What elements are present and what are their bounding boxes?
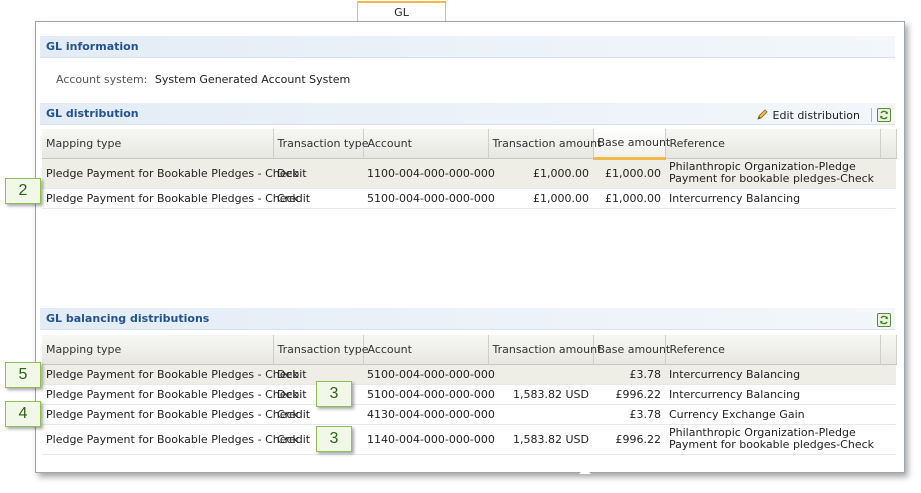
column-header-transaction-amount[interactable]: Transaction amount bbox=[488, 129, 601, 159]
gl-balancing-header: GL balancing distributions bbox=[40, 308, 895, 330]
cell-reference: Intercurrency Balancing bbox=[665, 364, 880, 385]
cell-reference: Intercurrency Balancing bbox=[665, 384, 880, 405]
cell-base-amount: £1,000.00 bbox=[593, 188, 665, 209]
gl-information-title: GL information bbox=[46, 40, 139, 53]
column-header-account[interactable]: Account bbox=[363, 129, 489, 159]
cell-transaction-amount: £1,000.00 bbox=[488, 158, 593, 189]
cell-filler bbox=[880, 384, 896, 405]
cell-account: 1100-004-000-000-000 bbox=[363, 158, 495, 189]
cell-mapping-type: Pledge Payment for Bookable Pledges - Ch… bbox=[42, 384, 299, 405]
gl-balancing-title: GL balancing distributions bbox=[46, 312, 210, 325]
cell-transaction-amount bbox=[488, 364, 593, 385]
gl-distribution-table: Mapping type Transaction type Account Tr… bbox=[42, 129, 897, 209]
cell-reference: Currency Exchange Gain bbox=[665, 404, 880, 425]
gl-distributions-panel: GL information Account system: System Ge… bbox=[35, 21, 905, 473]
refresh-distribution-button[interactable] bbox=[877, 108, 891, 122]
column-header-transaction-type[interactable]: Transaction type bbox=[273, 335, 369, 365]
pencil-icon bbox=[756, 109, 768, 120]
refresh-icon bbox=[880, 315, 888, 325]
column-header-account[interactable]: Account bbox=[363, 335, 489, 365]
column-header-filler bbox=[880, 129, 897, 159]
gl-balancing-table: Mapping type Transaction type Account Tr… bbox=[42, 335, 897, 455]
cell-reference: Philanthropic Organization-Pledge Paymen… bbox=[665, 424, 880, 455]
table-header-row: Mapping type Transaction type Account Tr… bbox=[42, 335, 897, 365]
cell-transaction-amount: 1,583.82 USD bbox=[488, 424, 593, 455]
cell-filler bbox=[880, 404, 896, 425]
column-header-filler bbox=[880, 335, 897, 365]
table-row[interactable]: Pledge Payment for Bookable Pledges - Ch… bbox=[42, 424, 896, 455]
table-row[interactable]: Pledge Payment for Bookable Pledges - Ch… bbox=[42, 364, 896, 385]
callout-badge: 2 bbox=[5, 178, 41, 204]
account-system-field: Account system: System Generated Account… bbox=[56, 73, 350, 86]
cell-mapping-type: Pledge Payment for Bookable Pledges - Ch… bbox=[42, 364, 299, 385]
column-header-mapping-type[interactable]: Mapping type bbox=[42, 335, 274, 365]
account-system-label: Account system: bbox=[56, 73, 148, 86]
cell-account: 5100-004-000-000-000 bbox=[363, 364, 495, 385]
cell-account: 4130-004-000-000-000 bbox=[363, 404, 495, 425]
table-row[interactable]: Pledge Payment for Bookable Pledges - Ch… bbox=[42, 384, 896, 405]
table-header-row: Mapping type Transaction type Account Tr… bbox=[42, 129, 897, 160]
gl-information-header: GL information bbox=[40, 36, 895, 58]
column-header-reference[interactable]: Reference bbox=[665, 335, 881, 365]
callout-badge: 3 bbox=[316, 426, 352, 452]
cell-transaction-amount bbox=[488, 404, 593, 425]
callout-badge: 3 bbox=[316, 381, 352, 407]
cell-base-amount: £996.22 bbox=[593, 384, 665, 405]
column-header-transaction-type[interactable]: Transaction type bbox=[273, 129, 369, 159]
column-header-base-amount[interactable]: Base amount bbox=[593, 335, 670, 365]
callout-badge: 4 bbox=[5, 401, 41, 427]
cell-filler bbox=[880, 188, 896, 209]
cell-filler bbox=[880, 364, 896, 385]
cell-account: 1140-004-000-000-000 bbox=[363, 424, 495, 455]
tab-gl-distributions[interactable]: GL Distributions bbox=[357, 1, 446, 38]
cell-base-amount: £1,000.00 bbox=[593, 158, 665, 189]
cell-transaction-amount: £1,000.00 bbox=[488, 188, 593, 209]
table-row[interactable]: Pledge Payment for Bookable Pledges - Ch… bbox=[42, 188, 896, 209]
cell-account: 5100-004-000-000-000 bbox=[363, 384, 495, 405]
column-header-reference[interactable]: Reference bbox=[665, 129, 881, 159]
column-header-mapping-type[interactable]: Mapping type bbox=[42, 129, 274, 159]
edit-distribution-label: Edit distribution bbox=[772, 109, 860, 122]
refresh-balancing-button[interactable] bbox=[877, 313, 891, 327]
cell-account: 5100-004-000-000-000 bbox=[363, 188, 495, 209]
cell-mapping-type: Pledge Payment for Bookable Pledges - Ch… bbox=[42, 188, 299, 209]
table-row[interactable]: Pledge Payment for Bookable Pledges - Ch… bbox=[42, 158, 896, 189]
cell-mapping-type: Pledge Payment for Bookable Pledges - Ch… bbox=[42, 404, 299, 425]
column-header-base-amount[interactable]: Base amount bbox=[593, 129, 670, 160]
cell-mapping-type: Pledge Payment for Bookable Pledges - Ch… bbox=[42, 158, 299, 189]
cell-base-amount: £996.22 bbox=[593, 424, 665, 455]
column-header-transaction-amount[interactable]: Transaction amount bbox=[488, 335, 601, 365]
cell-reference: Philanthropic Organization-Pledge Paymen… bbox=[665, 158, 880, 189]
cell-transaction-type: Credit bbox=[273, 404, 363, 425]
callout-badge: 5 bbox=[5, 362, 41, 388]
cell-base-amount: £3.78 bbox=[593, 404, 665, 425]
cell-transaction-type: Debit bbox=[273, 158, 363, 189]
account-system-value: System Generated Account System bbox=[154, 73, 351, 86]
gl-distribution-title: GL distribution bbox=[46, 107, 139, 120]
cell-base-amount: £3.78 bbox=[593, 364, 665, 385]
refresh-icon bbox=[880, 110, 888, 120]
panel-notch bbox=[579, 468, 591, 474]
cell-filler bbox=[880, 424, 896, 455]
cell-filler bbox=[880, 158, 896, 189]
edit-distribution-button[interactable]: Edit distribution bbox=[756, 107, 860, 125]
toolbar-separator bbox=[871, 108, 872, 122]
cell-reference: Intercurrency Balancing bbox=[665, 188, 880, 209]
cell-transaction-type: Credit bbox=[273, 188, 363, 209]
table-row[interactable]: Pledge Payment for Bookable Pledges - Ch… bbox=[42, 404, 896, 425]
cell-mapping-type: Pledge Payment for Bookable Pledges - Ch… bbox=[42, 424, 299, 455]
cell-transaction-amount: 1,583.82 USD bbox=[488, 384, 593, 405]
